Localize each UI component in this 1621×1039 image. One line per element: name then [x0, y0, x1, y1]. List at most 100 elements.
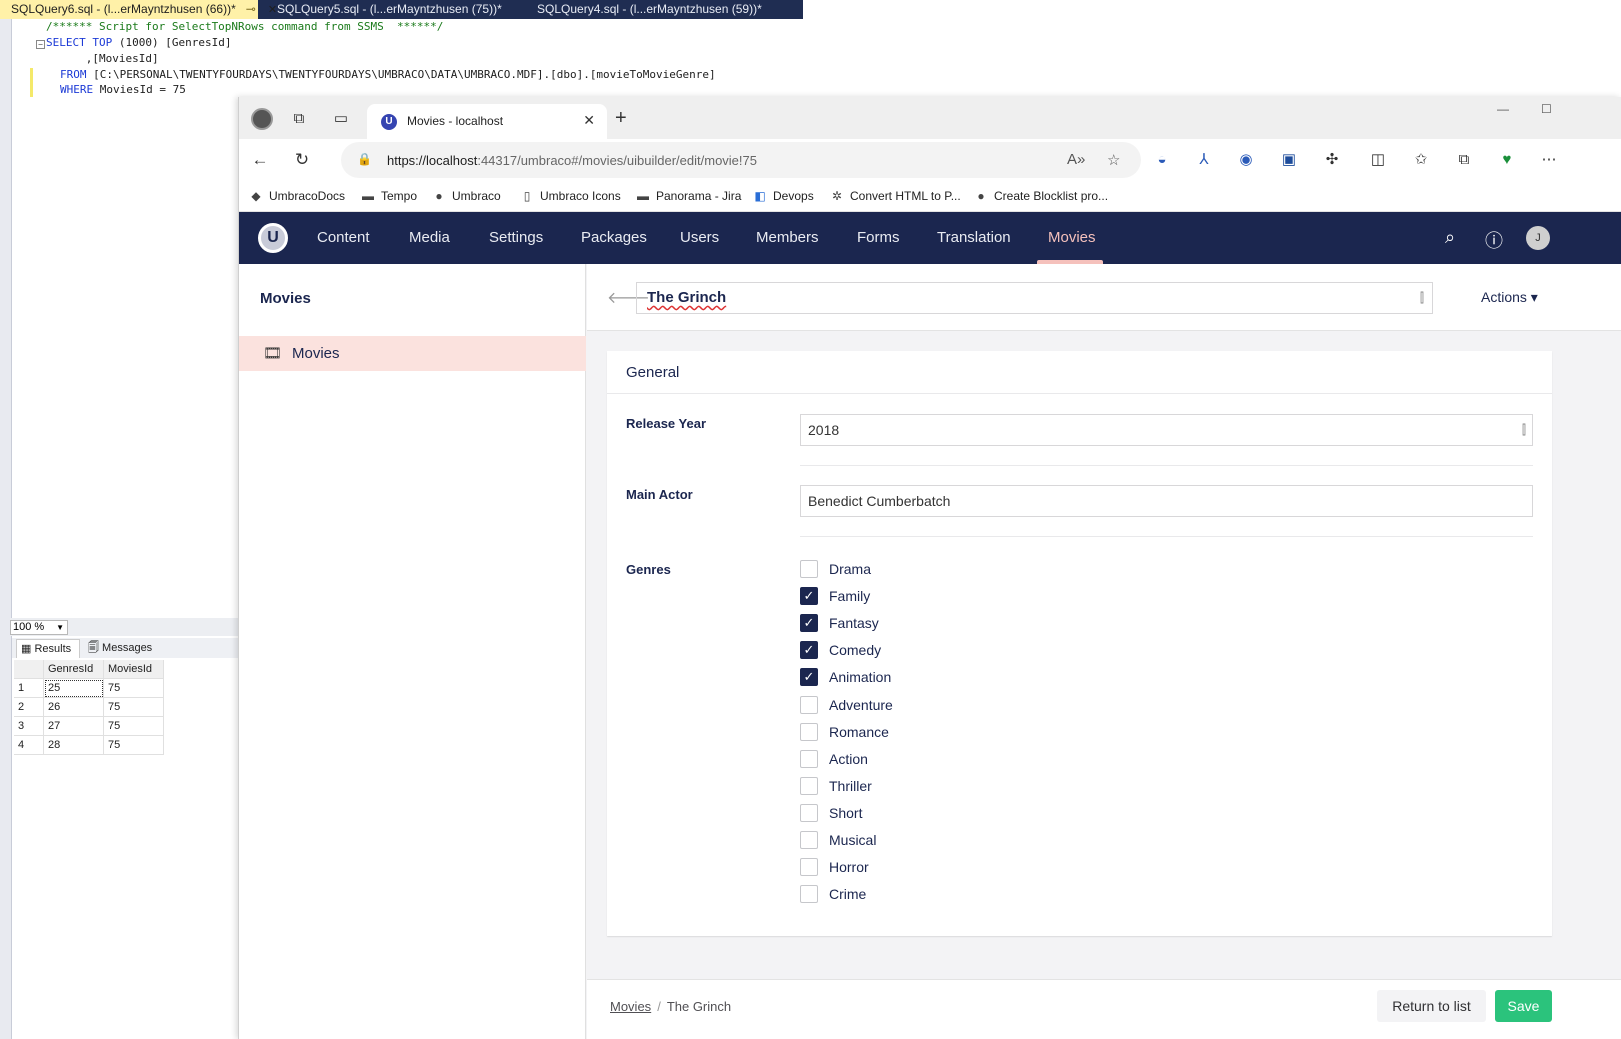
health-icon[interactable]: ♥ — [1498, 151, 1516, 169]
grid-cell[interactable]: 75 — [104, 679, 164, 698]
checkbox-box[interactable] — [800, 560, 818, 578]
genre-checkbox-musical[interactable]: Musical — [800, 829, 876, 851]
main-actor-input[interactable]: Benedict Cumberbatch — [800, 485, 1533, 517]
grid-cell[interactable]: 26 — [44, 698, 104, 717]
extension-icon[interactable]: ◉ — [1237, 151, 1255, 169]
password-manager-icon[interactable]: ⫿ — [1420, 283, 1424, 313]
name-field[interactable]: The Grinch ⫿ — [636, 282, 1433, 314]
genre-checkbox-horror[interactable]: Horror — [800, 856, 869, 878]
read-aloud-icon[interactable]: A» — [1067, 151, 1085, 168]
table-row[interactable]: 4 28 75 — [14, 736, 164, 755]
extensions-icon[interactable]: ✣ — [1323, 151, 1341, 169]
help-icon[interactable]: ⓘ — [1485, 227, 1503, 253]
return-to-list-button[interactable]: Return to list — [1377, 990, 1486, 1022]
grid-cell[interactable]: 28 — [44, 736, 104, 755]
actions-button[interactable]: Actions ▾ — [1481, 289, 1538, 306]
section-forms[interactable]: Forms — [857, 229, 900, 246]
table-row[interactable]: 3 27 75 — [14, 717, 164, 736]
checkbox-box[interactable] — [800, 695, 818, 714]
favorites-icon[interactable]: ✩ — [1412, 151, 1430, 169]
bookmark-item[interactable]: ▯ Umbraco Icons — [520, 189, 621, 203]
genre-checkbox-thriller[interactable]: Thriller — [800, 775, 872, 797]
checkbox-box[interactable] — [800, 803, 818, 822]
bookmark-item[interactable]: ▬ Panorama - Jira — [636, 189, 741, 203]
section-packages[interactable]: Packages — [581, 229, 647, 246]
lock-icon[interactable]: 🔒 — [357, 152, 372, 166]
bookmark-item[interactable]: ◆ UmbracoDocs — [249, 189, 345, 203]
ssms-tab-query6[interactable]: SQLQuery6.sql - (l...erMayntzhusen (66))… — [0, 0, 277, 19]
grid-cell[interactable]: 25 — [44, 679, 104, 698]
more-icon[interactable]: ⋯ — [1540, 151, 1558, 169]
section-settings[interactable]: Settings — [489, 229, 543, 246]
extension-icon[interactable]: ◒ — [1153, 151, 1171, 169]
genre-checkbox-short[interactable]: Short — [800, 802, 862, 824]
bookmark-item[interactable]: ✲ Convert HTML to P... — [830, 189, 961, 203]
bookmark-item[interactable]: ● Create Blocklist pro... — [974, 189, 1108, 203]
checkbox-box[interactable] — [800, 831, 818, 849]
section-users[interactable]: Users — [680, 229, 719, 246]
tab-actions-icon[interactable]: ▭ — [331, 109, 351, 129]
checkmark-icon[interactable]: ✓ — [800, 587, 818, 606]
genre-checkbox-family[interactable]: ✓ Family — [800, 585, 870, 607]
maximize-icon[interactable]: ☐ — [1541, 102, 1552, 116]
pin-icon[interactable]: ⊸ — [246, 2, 256, 16]
new-tab-icon[interactable]: + — [615, 107, 627, 130]
table-row[interactable]: 2 26 75 — [14, 698, 164, 717]
genre-checkbox-fantasy[interactable]: ✓ Fantasy — [800, 612, 879, 634]
genre-checkbox-animation[interactable]: ✓ Animation — [800, 666, 891, 688]
section-media[interactable]: Media — [409, 229, 450, 246]
section-members[interactable]: Members — [756, 229, 819, 246]
checkbox-box[interactable] — [800, 776, 818, 795]
checkbox-box[interactable] — [800, 722, 818, 741]
section-content[interactable]: Content — [317, 229, 370, 246]
back-icon[interactable]: ← — [249, 150, 271, 170]
section-translation[interactable]: Translation — [937, 229, 1011, 246]
close-tab-icon[interactable]: ✕ — [583, 112, 595, 129]
workspaces-icon[interactable]: ⧉ — [289, 109, 309, 129]
genre-checkbox-crime[interactable]: Crime — [800, 883, 866, 905]
genre-checkbox-comedy[interactable]: ✓ Comedy — [800, 639, 881, 661]
checkmark-icon[interactable]: ✓ — [800, 614, 818, 633]
minimize-icon[interactable]: — — [1497, 102, 1509, 116]
tab-results[interactable]: ▦ Results — [16, 639, 80, 658]
collapse-icon[interactable]: − — [36, 40, 45, 49]
column-header[interactable]: MoviesId — [104, 660, 164, 679]
extension-icon[interactable]: ⅄ — [1195, 151, 1213, 169]
favorite-star-icon[interactable]: ☆ — [1107, 151, 1120, 169]
extension-icon[interactable]: ▣ — [1280, 151, 1298, 169]
ssms-tab-query4[interactable]: SQLQuery4.sql - (l...erMayntzhusen (59))… — [526, 0, 786, 19]
checkbox-box[interactable] — [800, 885, 818, 904]
ssms-tab-query5[interactable]: SQLQuery5.sql - (l...erMayntzhusen (75))… — [266, 0, 516, 19]
umbraco-logo[interactable]: U — [258, 223, 288, 253]
breadcrumb-link-movies[interactable]: Movies — [610, 999, 651, 1014]
genre-checkbox-action[interactable]: Action — [800, 748, 868, 770]
bookmark-item[interactable]: ◧ Devops — [753, 189, 813, 203]
zoom-select[interactable]: 100 % ▼ — [10, 620, 68, 635]
password-manager-icon[interactable]: ⫿ — [1522, 415, 1526, 445]
bookmark-item[interactable]: ● Umbraco — [432, 189, 500, 203]
profile-avatar[interactable] — [251, 108, 273, 130]
checkbox-box[interactable] — [800, 858, 818, 877]
address-bar[interactable]: 🔒 https://localhost:44317/umbraco#/movie… — [341, 142, 1141, 178]
search-icon[interactable]: ⌕ — [1445, 227, 1455, 248]
section-movies[interactable]: Movies — [1048, 229, 1096, 246]
genre-checkbox-romance[interactable]: Romance — [800, 721, 889, 743]
checkmark-icon[interactable]: ✓ — [800, 668, 818, 687]
grid-cell[interactable]: 27 — [44, 717, 104, 736]
bookmark-item[interactable]: ▬ Tempo — [361, 189, 417, 203]
table-row[interactable]: 1 25 75 — [14, 679, 164, 698]
url-text[interactable]: https://localhost:44317/umbraco#/movies/… — [387, 153, 757, 168]
save-button[interactable]: Save — [1495, 990, 1552, 1022]
release-year-input[interactable]: 2018 ⫿ — [800, 414, 1533, 446]
genre-checkbox-drama[interactable]: Drama — [800, 558, 871, 580]
tree-item-movies[interactable]: 🎞 Movies — [239, 336, 586, 371]
collections-icon[interactable]: ⧉ — [1455, 151, 1473, 169]
grid-cell[interactable]: 75 — [104, 736, 164, 755]
checkbox-box[interactable] — [800, 749, 818, 768]
grid-cell[interactable]: 75 — [104, 698, 164, 717]
browser-tab[interactable]: U Movies - localhost ✕ — [367, 104, 607, 139]
checkmark-icon[interactable]: ✓ — [800, 641, 818, 660]
column-header[interactable]: GenresId — [44, 660, 104, 679]
tab-messages[interactable]: 🗐 Messages — [84, 639, 164, 658]
user-avatar[interactable]: J — [1526, 226, 1550, 250]
